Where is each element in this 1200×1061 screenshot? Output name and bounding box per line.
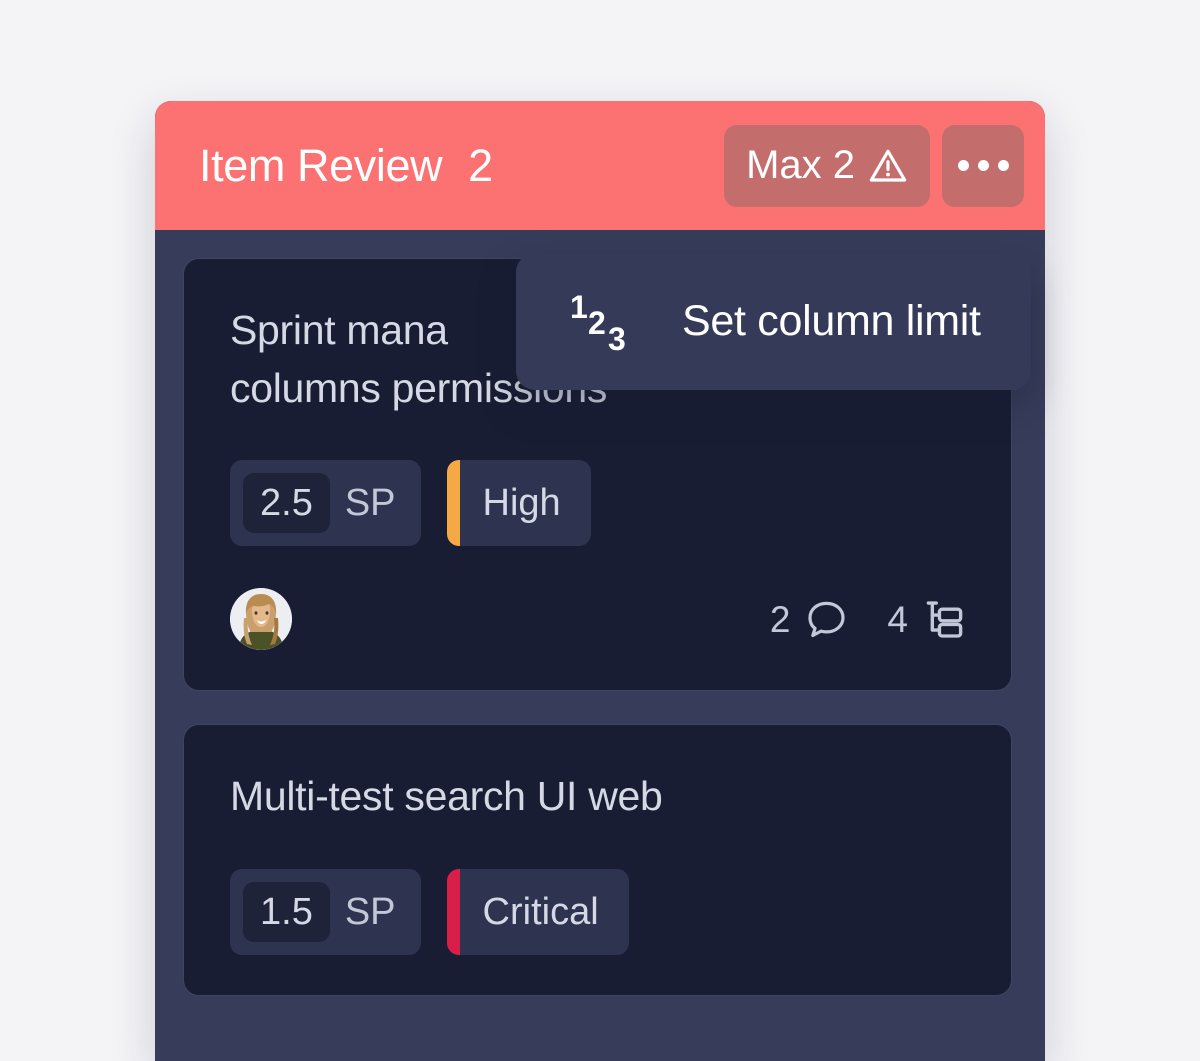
avatar-image [230,588,292,651]
card-title: Multi-test search UI web [230,773,663,820]
svg-text:2: 2 [588,305,606,341]
set-column-limit-tooltip[interactable]: 1 2 3 Set column limit [516,253,1031,390]
priority-label: High [482,482,561,525]
ellipsis-icon [957,160,969,171]
ellipsis-icon [977,160,989,171]
story-points-value: 1.5 [243,881,330,942]
priority-color-bar [446,868,460,955]
card-footer: 2 4 [230,588,967,651]
comments-meta[interactable]: 2 [770,597,850,642]
story-points-badge[interactable]: 1.5 SP [230,868,421,955]
story-points-unit: SP [344,890,396,933]
subtasks-count: 4 [887,598,908,640]
card-title-line-1: Sprint mana [230,307,448,353]
card-badges: 2.5 SP High [230,460,967,547]
subtasks-meta[interactable]: 4 [887,597,967,642]
subtask-tree-icon [926,601,963,638]
priority-color-bar [446,460,460,547]
story-points-badge[interactable]: 2.5 SP [230,460,421,547]
warning-triangle-icon [869,149,907,182]
wip-limit-label: Max 2 [746,142,855,187]
svg-text:1: 1 [570,290,588,325]
numbered-list-123-icon: 1 2 3 [570,290,626,354]
priority-badge[interactable]: Critical [446,868,629,955]
column-menu-button[interactable] [942,124,1024,207]
comment-bubble-icon [808,601,846,637]
wip-limit-badge[interactable]: Max 2 [724,124,930,207]
svg-text:3: 3 [608,321,626,354]
column-title: Item Review [199,139,443,191]
card[interactable]: Multi-test search UI web 1.5 SP Critical [183,724,1012,996]
column-header[interactable]: Item Review 2 Max 2 [155,101,1045,230]
ellipsis-icon [997,160,1009,171]
avatar[interactable] [230,588,292,651]
priority-badge[interactable]: High [446,460,591,547]
comments-count: 2 [769,598,791,640]
story-points-unit: SP [344,482,396,525]
column-card-count: 2 [468,139,494,191]
tooltip-label: Set column limit [682,297,981,345]
story-points-value: 2.5 [243,473,330,534]
card-badges: 1.5 SP Critical [230,868,967,955]
board-column-item-review: Item Review 2 Max 2 Sprint mana columns … [155,101,1045,1061]
priority-label: Critical [482,890,599,933]
